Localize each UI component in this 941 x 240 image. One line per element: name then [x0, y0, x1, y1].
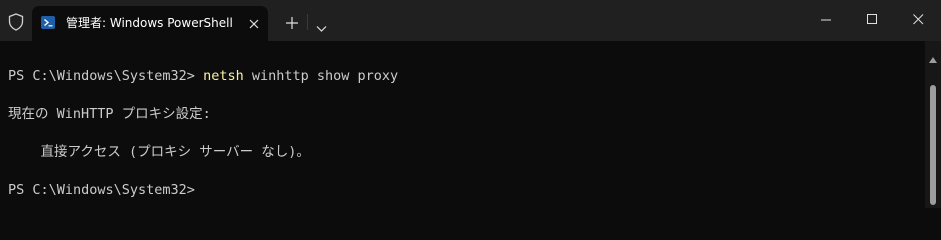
close-icon[interactable]	[247, 16, 261, 30]
maximize-button[interactable]	[849, 0, 895, 40]
tab-separator	[307, 14, 308, 30]
prompt: PS C:\Windows\System32>	[8, 182, 195, 198]
window-close-icon	[913, 14, 924, 25]
title-bar[interactable]: 管理者: Windows PowerShell	[0, 0, 941, 41]
shield-icon	[8, 13, 24, 31]
minimize-button[interactable]	[803, 0, 849, 40]
maximize-icon	[867, 14, 877, 24]
command-line: PS C:\Windows\System32> netsh winhttp sh…	[8, 66, 398, 86]
chevron-down-icon	[316, 26, 327, 32]
scrollbar-thumb[interactable]	[930, 85, 936, 205]
output-line: 直接アクセス (プロキシ サーバー なし)。	[8, 144, 310, 160]
command-name: netsh	[203, 68, 244, 84]
window-close-button[interactable]	[895, 0, 941, 40]
scrollbar[interactable]	[925, 41, 941, 208]
powershell-icon	[41, 16, 55, 29]
new-tab-button[interactable]	[285, 15, 299, 29]
prompt: PS C:\Windows\System32>	[8, 68, 204, 84]
tab-powershell[interactable]: 管理者: Windows PowerShell	[32, 6, 268, 41]
terminal-content[interactable]: PS C:\Windows\System32> netsh winhttp sh…	[0, 41, 925, 208]
plus-icon	[286, 17, 298, 29]
scroll-up-arrow-icon[interactable]	[929, 48, 937, 63]
minimize-icon	[821, 19, 831, 21]
tab-dropdown-button[interactable]	[316, 18, 327, 32]
terminal-window: 管理者: Windows PowerShell PS C:\Windows\Sy…	[0, 0, 941, 208]
output-line: 現在の WinHTTP プロキシ設定:	[8, 106, 211, 122]
tab-title: 管理者: Windows PowerShell	[66, 16, 233, 30]
command-args: winhttp show proxy	[243, 68, 399, 84]
